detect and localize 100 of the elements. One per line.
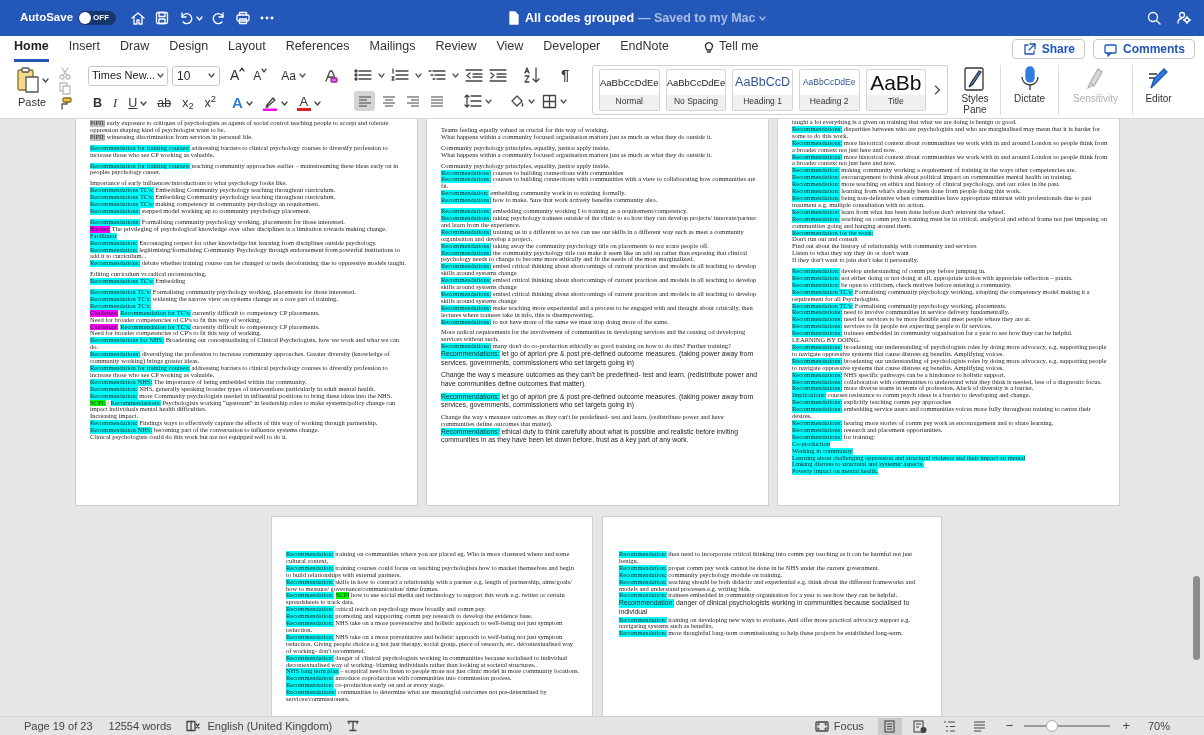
sup-button[interactable]: x$^{2}$	[203, 93, 218, 113]
focus-button[interactable]: Focus	[814, 717, 864, 735]
caret-icon[interactable]	[299, 73, 307, 78]
ribbon-tab[interactable]: Insert	[68, 37, 100, 62]
line-spacing-icon[interactable]	[464, 94, 482, 108]
zoom-percent[interactable]: 70%	[1147, 717, 1170, 735]
outline-view-icon	[942, 718, 958, 734]
shading-icon[interactable]	[509, 93, 525, 109]
save-status: — Saved to my Mac	[638, 9, 756, 27]
clipboard-icon	[15, 65, 41, 95]
caret-down-icon	[261, 67, 268, 73]
zoom-out-button[interactable]: −	[1005, 716, 1014, 735]
caret-icon[interactable]	[485, 98, 492, 104]
align-right-icon	[404, 93, 421, 109]
proofing-icon[interactable]	[185, 720, 200, 732]
font-color-button[interactable]: A	[296, 95, 311, 112]
ribbon-tab[interactable]: Draw	[120, 37, 150, 62]
caret-icon[interactable]	[157, 73, 164, 78]
ribbon-tab[interactable]: Design	[169, 37, 209, 62]
ribbon-tab[interactable]: EndNote	[620, 37, 669, 62]
bold-button[interactable]: B	[92, 93, 104, 113]
decrease-indent-icon[interactable]	[465, 68, 483, 82]
style-swatch[interactable]: AaBbCcD Heading 1	[732, 69, 793, 111]
share-icon[interactable]	[1021, 41, 1037, 57]
style-swatch[interactable]: AaBbCcDdEe No Spacing	[665, 69, 727, 111]
multilevel-list-icon[interactable]	[428, 68, 446, 82]
home-icon[interactable]	[130, 10, 147, 26]
accessibility-icon[interactable]	[346, 720, 361, 732]
print-view-icon	[882, 718, 898, 734]
dictate-button[interactable]: Dictate	[1000, 65, 1058, 115]
ribbon-tab[interactable]: Developer	[543, 37, 601, 62]
share-button[interactable]: Share	[1011, 39, 1085, 59]
format-painter-icon[interactable]	[58, 97, 72, 110]
lightbulb-icon[interactable]	[702, 39, 715, 54]
show-formatting-button[interactable]: ¶	[561, 63, 570, 87]
caret-icon[interactable]	[378, 72, 385, 78]
strike-button[interactable]: ab	[156, 93, 173, 113]
change-case-button[interactable]: Aa	[281, 66, 307, 85]
chevron-right-icon[interactable]	[934, 85, 941, 95]
align-left-button[interactable]	[354, 91, 375, 111]
style-swatch[interactable]: AaBbCcDdEe Heading 2	[798, 69, 860, 111]
page-count[interactable]: Page 19 of 23	[24, 717, 93, 735]
styles-pane-button[interactable]: Styles Pane	[954, 65, 996, 115]
save-icon[interactable]	[154, 10, 171, 26]
align-justify-icon	[428, 93, 445, 109]
sort-icon[interactable]	[523, 66, 541, 84]
style-swatch[interactable]: AaBb Title	[865, 69, 927, 111]
draft-view-icon	[972, 718, 988, 734]
print-icon[interactable]	[235, 10, 252, 26]
numbering-icon[interactable]	[391, 68, 409, 82]
caret-icon[interactable]	[245, 100, 253, 106]
increase-indent-icon[interactable]	[489, 68, 507, 82]
print-view-button[interactable]	[877, 717, 902, 735]
caret-icon[interactable]	[560, 98, 567, 104]
caret-icon[interactable]	[313, 100, 321, 106]
search-icon[interactable]	[1146, 10, 1162, 26]
ribbon-tab[interactable]: References	[285, 37, 350, 62]
align-left-icon	[356, 93, 373, 109]
undo-icon[interactable]	[178, 10, 195, 26]
caret-icon[interactable]	[528, 98, 535, 104]
text-effects-button[interactable]: A	[232, 92, 243, 115]
word-count[interactable]: 12554 words	[108, 717, 172, 735]
sub-button[interactable]: x$_{2}$	[181, 93, 195, 113]
zoom-in-button[interactable]: +	[1122, 716, 1130, 735]
underline-button[interactable]: U	[127, 93, 139, 113]
comment-icon[interactable]	[1103, 41, 1118, 57]
borders-icon[interactable]	[542, 93, 557, 109]
tell-me-button[interactable]: Tell me	[702, 37, 759, 62]
caret-icon[interactable]	[452, 72, 459, 78]
caret-icon[interactable]	[280, 100, 288, 106]
web-view-icon	[912, 718, 928, 734]
grow-font-button[interactable]: A	[228, 65, 248, 86]
autosave-toggle[interactable]: OFF	[78, 11, 117, 25]
italic-button[interactable]: I	[112, 93, 119, 113]
highlighter-icon[interactable]	[261, 95, 278, 112]
caret-icon[interactable]	[208, 73, 215, 78]
focus-icon	[814, 720, 829, 732]
autosave-label: AutoSave	[20, 10, 74, 26]
caret-icon[interactable]	[42, 77, 49, 83]
caret-up-icon	[239, 67, 246, 72]
caret-icon[interactable]	[140, 100, 148, 106]
people-icon[interactable]	[1176, 10, 1192, 26]
ribbon-tab[interactable]: Mailings	[369, 37, 416, 62]
ribbon-tab[interactable]: View	[496, 37, 524, 62]
clear-formatting-icon[interactable]	[322, 67, 339, 84]
ribbon-tab[interactable]: Review	[435, 37, 477, 62]
font-name-dropdown[interactable]: Times New...	[88, 65, 168, 86]
bullets-icon[interactable]	[354, 68, 372, 82]
comments-button[interactable]: Comments	[1093, 39, 1195, 59]
ribbon-tab[interactable]: Layout	[228, 37, 266, 62]
scrollbar-thumb[interactable]	[1193, 576, 1200, 660]
shrink-font-button[interactable]: A	[251, 66, 270, 85]
document-title: All codes grouped	[525, 9, 635, 27]
language-label[interactable]: English (United Kingdom)	[207, 717, 333, 735]
paste-button[interactable]: Paste	[14, 65, 50, 111]
editor-button[interactable]: Editor	[1132, 65, 1184, 115]
font-size-dropdown[interactable]: 10	[172, 65, 220, 86]
caret-icon[interactable]	[415, 72, 422, 78]
document-icon	[508, 11, 520, 25]
style-swatch[interactable]: AaBbCcDdEe Normal	[599, 69, 660, 111]
